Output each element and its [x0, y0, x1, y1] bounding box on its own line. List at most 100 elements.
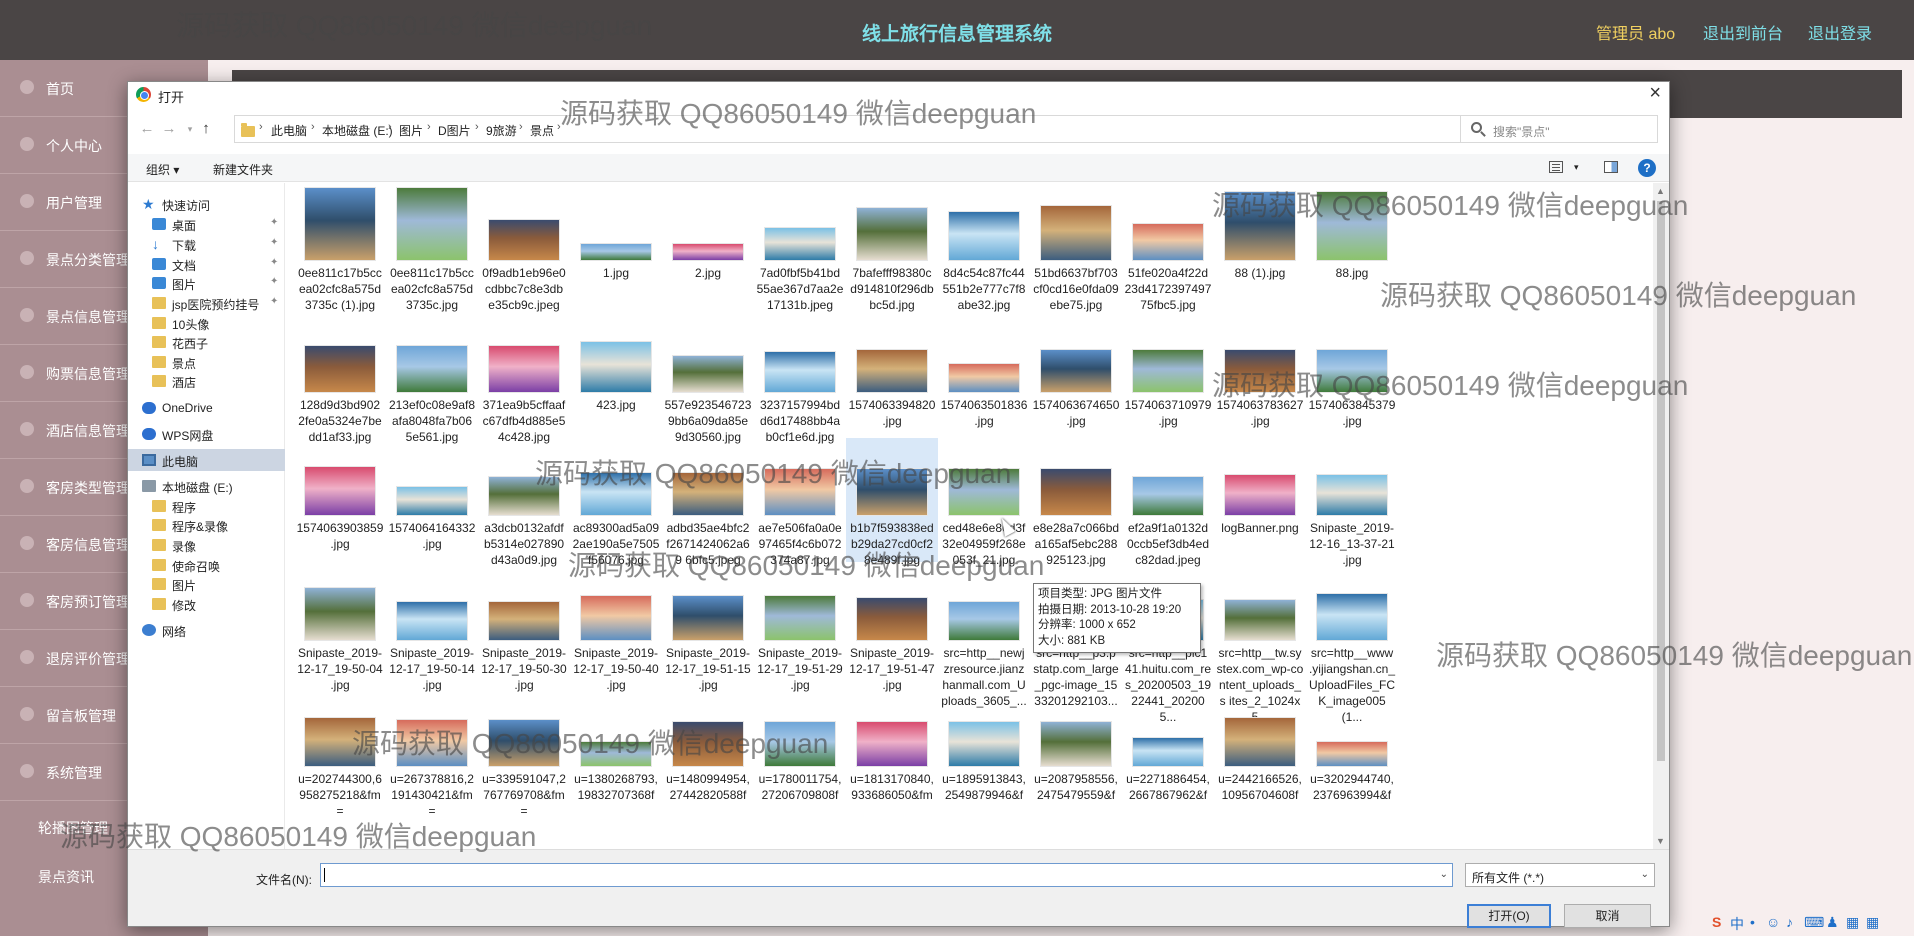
- file-item[interactable]: 8d4c54c87fc44 551b2e777c7f8 abe32.jpg: [938, 183, 1030, 312]
- breadcrumb-item[interactable]: 图片: [399, 122, 423, 139]
- file-item[interactable]: Snipaste_2019- 12-16_13-37-21 .jpg: [1306, 438, 1398, 567]
- file-item[interactable]: 1574064164332 .jpg: [386, 438, 478, 562]
- file-item[interactable]: 1574063394820 .jpg: [846, 315, 938, 439]
- file-item[interactable]: u=267378816,2 191430421&fm=: [386, 689, 478, 818]
- file-item[interactable]: 88 (1).jpg: [1214, 183, 1306, 307]
- file-item[interactable]: Snipaste_2019- 12-17_19-50-30 .jpg: [478, 563, 570, 692]
- breadcrumb-item[interactable]: D图片: [438, 122, 471, 139]
- file-item[interactable]: Snipaste_2019- 12-17_19-51-15 .jpg: [662, 563, 754, 692]
- file-item[interactable]: Snipaste_2019- 12-17_19-51-29 .jpg: [754, 563, 846, 692]
- file-item[interactable]: 1574063501836 .jpg: [938, 315, 1030, 439]
- back-arrow-icon[interactable]: ←: [137, 119, 157, 139]
- file-item[interactable]: adbd35ae4bfc2 f2671424062a69 6bfc5.jpeg: [662, 438, 754, 567]
- file-type-select[interactable]: 所有文件 (*.*) ⌄: [1465, 863, 1655, 887]
- file-item[interactable]: 51fe020a4f22d 23d4172397497 75fbc5.jpg: [1122, 183, 1214, 312]
- file-item[interactable]: e8e28a7c066bd a165af5ebc288 925123.jpg: [1030, 438, 1122, 567]
- file-item[interactable]: u=202744300,6 958275218&fm=: [294, 689, 386, 818]
- file-item[interactable]: 1574063845379 .jpg: [1306, 315, 1398, 439]
- sidebar-subitem[interactable]: 轮播图管理: [38, 818, 108, 838]
- shirt-icon[interactable]: ♟: [1826, 914, 1839, 931]
- breadcrumb-item[interactable]: 本地磁盘 (E:): [322, 122, 393, 139]
- organize-button[interactable]: 组织 ▾: [146, 161, 179, 178]
- forward-arrow-icon[interactable]: →: [159, 119, 179, 139]
- file-item[interactable]: 2.jpg: [662, 183, 754, 307]
- file-item[interactable]: u=1895913843, 2549879946&f: [938, 689, 1030, 813]
- file-item[interactable]: 1574063783627 .jpg: [1214, 315, 1306, 439]
- scrollbar-thumb[interactable]: [1657, 201, 1665, 761]
- nav-item[interactable]: 修改: [128, 593, 285, 615]
- file-item[interactable]: 371ea9b5cffaaf c67dfb4d885e5 4c428.jpg: [478, 315, 570, 444]
- file-item[interactable]: 1574063674650 .jpg: [1030, 315, 1122, 439]
- file-item[interactable]: u=2271886454, 2667867962&f: [1122, 689, 1214, 813]
- nav-item[interactable]: ↓ 下载 ✦: [128, 233, 285, 255]
- file-item[interactable]: 0f9adb1eb96e0 cdbbc7c8e3db e35cb9c.jpeg: [478, 183, 570, 312]
- file-item[interactable]: 557e923546723 9bb6a09da85e 9d30560.jpg: [662, 315, 754, 444]
- breadcrumb-item[interactable]: 此电脑: [271, 122, 307, 139]
- file-item[interactable]: 0ee811c17b5cc ea02cfc8a575d 3735c.jpg: [386, 183, 478, 312]
- cancel-button[interactable]: 取消: [1564, 904, 1651, 928]
- microphone-icon[interactable]: ♪: [1786, 914, 1793, 930]
- file-item[interactable]: src=http__www .yijiangshan.cn_ UploadFil…: [1306, 563, 1398, 724]
- file-item[interactable]: u=1780011754, 27206709808f: [754, 689, 846, 813]
- breadcrumb-item[interactable]: 景点: [530, 122, 554, 139]
- sidebar-subitem[interactable]: 景点资讯: [38, 867, 94, 887]
- grid-icon[interactable]: ▦: [1846, 914, 1859, 931]
- file-item[interactable]: 7bafefff98380c d914810f296db bc5d.jpg: [846, 183, 938, 312]
- chevron-down-icon[interactable]: ⌄: [1440, 869, 1448, 880]
- nav-item[interactable]: WPS网盘: [128, 423, 285, 445]
- file-item[interactable]: logBanner.png: [1214, 438, 1306, 562]
- search-box[interactable]: 搜索"景点": [1460, 115, 1658, 143]
- nav-item[interactable]: 本地磁盘 (E:): [128, 475, 285, 497]
- file-item[interactable]: u=1380268793, 19832707368f: [570, 689, 662, 813]
- new-folder-button[interactable]: 新建文件夹: [213, 161, 273, 178]
- punctuation-icon[interactable]: •: [1750, 914, 1755, 930]
- nav-item[interactable]: 酒店: [128, 370, 285, 392]
- file-item[interactable]: u=2442166526, 10956704608f: [1214, 689, 1306, 813]
- file-item[interactable]: ef2a9f1a0132d 0ccb5ef3db4ed c82dad.jpeg: [1122, 438, 1214, 567]
- nav-item[interactable]: 录像: [128, 534, 285, 556]
- back-to-frontend-link[interactable]: 退出到前台: [1703, 20, 1783, 44]
- breadcrumb-item[interactable]: 9旅游: [486, 122, 517, 139]
- file-item[interactable]: Snipaste_2019- 12-17_19-50-14 .jpg: [386, 563, 478, 692]
- file-item[interactable]: a3dcb0132afdf b5314e027890 d43a0d9.jpg: [478, 438, 570, 567]
- file-item[interactable]: Snipaste_2019- 12-17_19-51-47 .jpg: [846, 563, 938, 692]
- file-item[interactable]: 88.jpg: [1306, 183, 1398, 307]
- emoji-icon[interactable]: ☺: [1766, 914, 1780, 930]
- help-icon[interactable]: ?: [1638, 159, 1656, 177]
- address-bar[interactable]: › 此电脑 › 本地磁盘 (E:) › 图片 › D图片 › 9旅游 › 景点 …: [234, 115, 1543, 143]
- up-arrow-icon[interactable]: ↑: [196, 119, 216, 139]
- file-item[interactable]: 51bd6637bf703 cf0cd16e0fda09 ebe75.jpg: [1030, 183, 1122, 312]
- file-item[interactable]: u=339591047,2 767769708&fm=: [478, 689, 570, 818]
- file-item[interactable]: 1.jpg: [570, 183, 662, 307]
- chinese-mode-icon[interactable]: 中: [1730, 914, 1744, 934]
- file-item[interactable]: 0ee811c17b5cc ea02cfc8a575d 3735c (1).jp…: [294, 183, 386, 312]
- file-item[interactable]: ae7e506fa0a0e 97465f4c6b072 374a87.jpg: [754, 438, 846, 567]
- file-item[interactable]: u=1813170840, 933686050&fm: [846, 689, 938, 813]
- nav-item[interactable]: 网络: [128, 619, 285, 641]
- file-item[interactable]: u=3202944740, 2376963994&f: [1306, 689, 1398, 813]
- nav-item[interactable]: 花西子: [128, 331, 285, 353]
- nav-item[interactable]: 图片: [128, 573, 285, 595]
- file-item[interactable]: Snipaste_2019- 12-17_19-50-40 .jpg: [570, 563, 662, 692]
- file-item[interactable]: 7ad0fbf5b41bd 55ae367d7aa2e 17131b.jpeg: [754, 183, 846, 312]
- file-item[interactable]: u=2087958556, 2475479559&f: [1030, 689, 1122, 813]
- nav-item[interactable]: OneDrive: [128, 397, 285, 419]
- chevron-down-icon[interactable]: ▾: [1574, 162, 1579, 173]
- file-item[interactable]: src=http__tw.sy stex.com_wp-co ntent_upl…: [1214, 563, 1306, 724]
- file-item[interactable]: 213ef0c08e9af8 afa8048fa7b06 5e561.jpg: [386, 315, 478, 444]
- file-item[interactable]: Snipaste_2019- 12-17_19-50-04 .jpg: [294, 563, 386, 692]
- logout-link[interactable]: 退出登录: [1808, 20, 1872, 44]
- file-item[interactable]: ced48e6e86d3f 32e04959f268e 053f_21.jpg: [938, 438, 1030, 567]
- nav-item[interactable]: jsp医院预约挂号 ✦: [128, 292, 285, 314]
- nav-item[interactable]: 图片 ✦: [128, 272, 285, 294]
- grid-icon[interactable]: ▦: [1866, 914, 1879, 931]
- file-item[interactable]: 423.jpg: [570, 315, 662, 439]
- file-item[interactable]: src=http__newj zresource.jianz hanmall.c…: [938, 563, 1030, 708]
- file-item[interactable]: 1574063903859 .jpg: [294, 438, 386, 562]
- open-button[interactable]: 打开(O): [1467, 904, 1551, 928]
- view-options-icon[interactable]: [1549, 161, 1563, 173]
- filename-input[interactable]: ⌄: [320, 863, 1453, 887]
- file-item[interactable]: 3237157994bd d6d17488bb4a b0cf1e6d.jpg: [754, 315, 846, 444]
- file-item[interactable]: ac89300ad5a09 2ae190a5e7505 f56076.jpg: [570, 438, 662, 567]
- preview-pane-icon[interactable]: [1604, 161, 1618, 173]
